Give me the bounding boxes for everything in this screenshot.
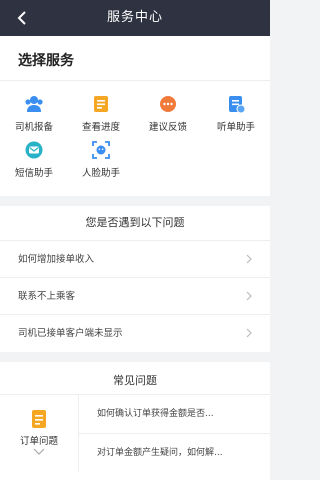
problem-text: 如何增加接单收入 <box>18 254 95 265</box>
order-assistant-icon <box>229 96 246 114</box>
chevron-right-icon <box>246 328 252 338</box>
feedback-icon <box>160 96 176 112</box>
divider <box>0 80 270 81</box>
sms-assistant-icon <box>25 141 43 159</box>
problem-item[interactable]: 司机已接单客户端未显示 <box>0 314 270 351</box>
faq-panel: 常见问题 订单问题 如何确认订单获得金额是否... 对订单金额产生疑问，如何解.… <box>0 362 270 480</box>
service-label: 建议反馈 <box>148 122 187 133</box>
chevron-down-icon <box>33 448 45 455</box>
top-bar: 服务中心 <box>0 0 270 36</box>
chevron-right-icon <box>246 254 252 264</box>
service-sms-assistant[interactable]: 短信助手 <box>1 140 67 179</box>
faq-question[interactable]: 如何确认订单获得金额是否... <box>79 394 270 433</box>
problems-panel: 您是否遇到以下问题 如何增加接单收入 联系不上乘客 司机已接单客户端未显示 <box>0 206 270 352</box>
service-driver-report[interactable]: 司机报备 <box>1 94 67 133</box>
service-face-assistant[interactable]: 人脸助手 <box>68 140 134 179</box>
service-panel: 选择服务 司机报备 查看进度 建议反馈 听单助手 短信助手 人脸助手 <box>0 36 270 196</box>
problem-text: 司机已接单客户端未显示 <box>18 328 123 339</box>
faq-question[interactable]: 对订单金额产生疑问，如何解... <box>79 433 270 472</box>
progress-icon <box>94 96 108 112</box>
problem-item[interactable]: 联系不上乘客 <box>0 277 270 314</box>
face-assistant-icon <box>92 141 110 159</box>
chevron-right-icon <box>246 291 252 301</box>
faq-question-text: 对订单金额产生疑问，如何解... <box>97 448 223 458</box>
service-feedback[interactable]: 建议反馈 <box>135 94 201 133</box>
faq-category-order[interactable]: 订单问题 <box>0 394 78 472</box>
faq-category-label: 订单问题 <box>19 436 58 447</box>
service-section-title: 选择服务 <box>18 53 74 69</box>
order-document-icon <box>32 410 46 428</box>
problem-text: 联系不上乘客 <box>18 291 76 302</box>
service-label: 司机报备 <box>14 122 53 133</box>
service-order-assistant[interactable]: 听单助手 <box>203 94 269 133</box>
problem-item[interactable]: 如何增加接单收入 <box>0 240 270 277</box>
service-label: 查看进度 <box>81 122 120 133</box>
faq-title: 常见问题 <box>113 374 157 387</box>
problems-title: 您是否遇到以下问题 <box>85 216 185 229</box>
service-label: 短信助手 <box>14 168 53 179</box>
service-view-progress[interactable]: 查看进度 <box>68 94 134 133</box>
driver-report-icon <box>25 96 43 112</box>
service-label: 人脸助手 <box>81 168 120 179</box>
faq-question-text: 如何确认订单获得金额是否... <box>97 409 214 419</box>
page-title: 服务中心 <box>106 10 163 25</box>
service-label: 听单助手 <box>216 122 255 133</box>
